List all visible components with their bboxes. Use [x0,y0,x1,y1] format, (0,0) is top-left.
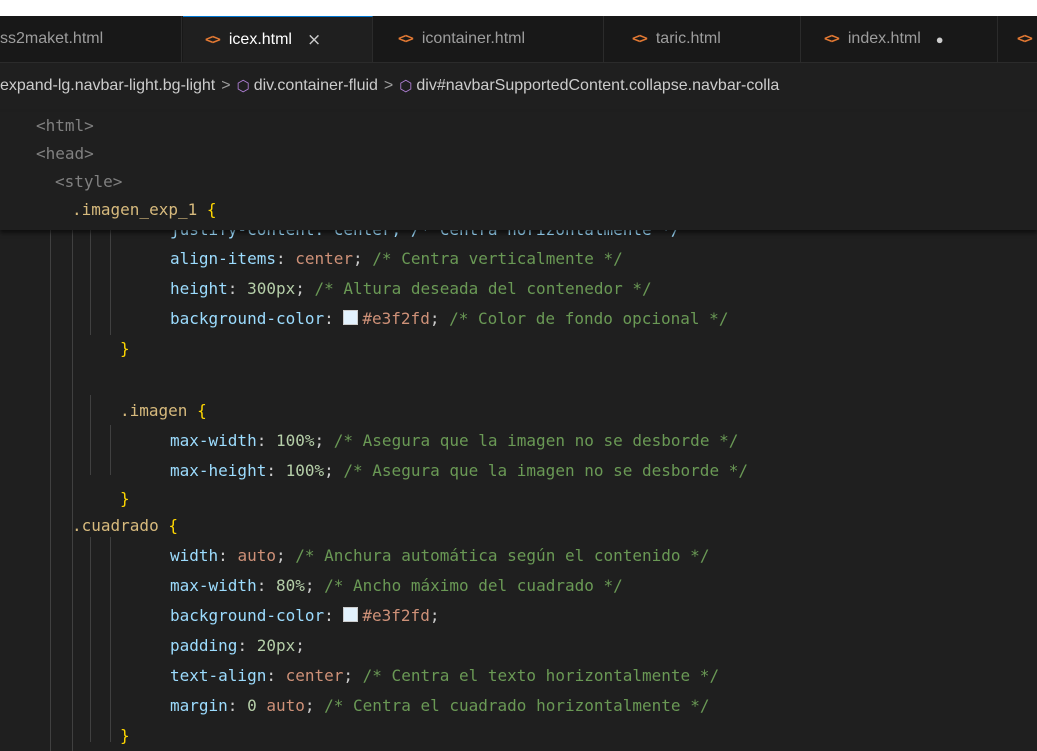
code-line[interactable]: align-items: center; /* Centra verticalm… [170,245,623,273]
code-line[interactable]: <html> [36,112,94,140]
tab-label: ss2maket.html [0,30,104,47]
html-file-icon: <> [1017,31,1033,47]
code-line[interactable]: background-color: #e3f2fd; [170,602,439,630]
indent-guide [110,230,111,335]
code-line[interactable]: padding: 20px; [170,632,305,660]
color-swatch[interactable] [343,607,359,622]
tab-index[interactable]: <> index.html ● [802,16,998,62]
code-line[interactable]: .imagen_exp_1 { [72,196,217,224]
html-file-icon: <> [632,31,648,47]
code-line[interactable]: } [120,722,130,750]
code-line[interactable]: } [120,485,130,513]
code-line[interactable]: height: 300px; /* Altura deseada del con… [170,275,652,303]
code-line[interactable]: <head> [36,140,94,168]
indent-guide [110,537,111,742]
element-cube-icon: ⬡ [399,78,413,95]
tab-label: icex.html [228,30,292,48]
indent-guide [72,230,73,751]
tab-icex[interactable]: <> icex.html × [183,16,373,62]
code-line[interactable]: max-width: 80%; /* Ancho máximo del cuad… [170,572,623,600]
tab-label: index.html [847,30,921,47]
code-line[interactable]: margin: 0 auto; /* Centra el cuadrado ho… [170,692,709,720]
code-line[interactable]: max-width: 100%; /* Asegura que la image… [170,427,738,455]
code-line[interactable]: .cuadrado { [72,512,178,540]
tab-label: icontainer.html [421,30,526,47]
close-icon[interactable]: × [307,30,321,50]
indent-guide [110,425,111,475]
breadcrumb-item[interactable]: div.container-fluid [254,77,378,95]
code-line[interactable]: width: auto; /* Anchura automática según… [170,542,709,570]
code-line[interactable]: } [120,335,130,363]
indent-guide [90,230,91,335]
html-file-icon: <> [824,31,840,47]
code-line[interactable]: <style> [55,168,122,196]
tab-icontainer[interactable]: <> icontainer.html [374,16,604,62]
code-line[interactable]: background-color: #e3f2fd; /* Color de f… [170,305,728,333]
indent-guide [90,395,91,475]
element-cube-icon: ⬡ [236,78,250,95]
title-bar-strip [0,0,1037,16]
indent-guide [90,537,91,742]
breadcrumb: expand-lg.navbar-light.bg-light > ⬡ div.… [0,72,1037,100]
code-line[interactable]: .imagen { [120,397,207,425]
breadcrumb-item[interactable]: div#navbarSupportedContent.collapse.navb… [416,77,779,95]
code-line[interactable]: max-height: 100%; /* Asegura que la imag… [170,457,748,485]
chevron-right-icon: > [383,77,394,94]
indent-guide [50,230,51,751]
unsaved-dot-icon: ● [935,31,944,47]
chevron-right-icon: > [221,77,231,94]
tab-label: taric.html [655,30,721,47]
code-line[interactable]: text-align: center; /* Centra el texto h… [170,662,719,690]
breadcrumb-item[interactable]: expand-lg.navbar-light.bg-light [0,77,215,95]
editor-tab-bar: ss2maket.html <> icex.html × <> icontain… [0,16,1037,63]
color-swatch[interactable] [343,310,359,325]
html-file-icon: <> [398,31,414,47]
tab-taric[interactable]: <> taric.html [605,16,801,62]
sticky-scroll-header: <html> <head> <style> .imagen_exp_1 { [0,112,1037,230]
tab-ss2maket[interactable]: ss2maket.html [0,16,182,62]
tab-overflow[interactable]: <> [999,16,1037,62]
html-file-icon: <> [205,31,221,48]
